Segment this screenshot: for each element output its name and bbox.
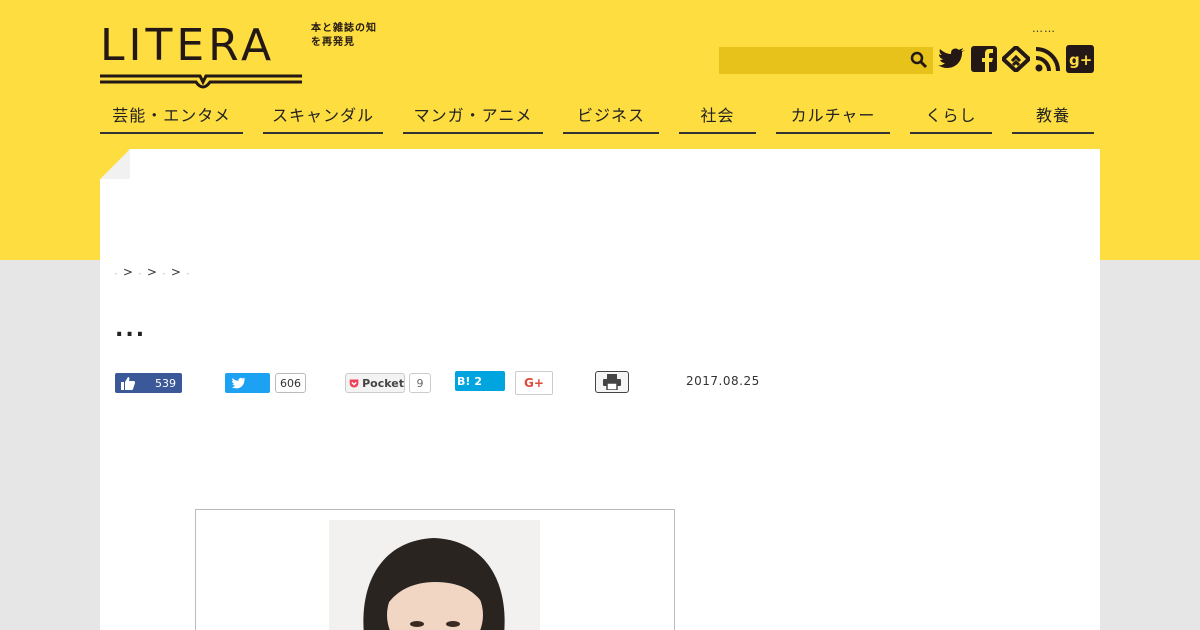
google-plus-button[interactable]: G+ — [515, 371, 553, 395]
top-links[interactable]: …… — [1032, 22, 1056, 35]
nav-item-scandal[interactable]: スキャンダル — [263, 96, 383, 134]
social-links: g+ — [938, 44, 1094, 74]
thumbs-up-icon — [121, 376, 135, 390]
print-button[interactable] — [595, 371, 629, 393]
search-input[interactable] — [719, 47, 905, 74]
facebook-like-button[interactable]: 539 — [115, 373, 182, 393]
nav-item-lifestyle[interactable]: くらし — [910, 96, 992, 134]
pocket-icon — [349, 379, 359, 387]
tweet-button[interactable] — [225, 373, 270, 393]
nav-item-entertainment[interactable]: 芸能・エンタメ — [100, 96, 243, 134]
breadcrumb-link[interactable]: , — [187, 269, 189, 276]
article-photo-frame — [195, 509, 675, 630]
breadcrumb-separator: > — [146, 265, 157, 279]
pocket-button[interactable]: Pocket — [345, 373, 405, 393]
search-icon — [910, 51, 928, 69]
folded-corner — [100, 149, 130, 179]
article-photo — [329, 520, 540, 630]
article-card: , > , > , > , ... 539 606 Pocket 9 B! 2 … — [100, 149, 1100, 630]
breadcrumb-link[interactable]: , — [115, 269, 117, 276]
article-title: ... — [115, 317, 147, 342]
pocket-count: 9 — [409, 373, 431, 393]
search-button[interactable] — [909, 51, 929, 71]
search-box — [719, 47, 933, 74]
breadcrumb-link[interactable]: , — [163, 269, 165, 276]
nav-item-education[interactable]: 教養 — [1012, 96, 1094, 134]
printer-icon — [603, 374, 621, 390]
breadcrumb-link[interactable]: , — [139, 269, 141, 276]
facebook-icon[interactable] — [970, 44, 998, 74]
breadcrumb-separator: > — [122, 265, 133, 279]
hatena-count: 2 — [474, 374, 483, 388]
nav-item-manga-anime[interactable]: マンガ・アニメ — [403, 96, 543, 134]
site-header: LITERA 本と雑誌の知を再発見 …… g+ 芸能・エンタメ スキャンダル マ… — [100, 0, 1100, 140]
twitter-icon[interactable] — [938, 44, 966, 74]
hatena-bookmark-button[interactable]: B! 2 — [455, 371, 505, 391]
nav-item-society[interactable]: 社会 — [679, 96, 756, 134]
book-icon — [100, 74, 302, 89]
google-plus-icon[interactable]: g+ — [1066, 44, 1094, 74]
breadcrumb: , > , > , > , — [115, 265, 189, 279]
portrait-illustration — [329, 520, 540, 630]
logo-tagline: 本と雑誌の知を再発見 — [311, 23, 377, 48]
tweet-count: 606 — [275, 373, 306, 393]
feedly-icon[interactable] — [1002, 44, 1030, 74]
hatena-label: B! — [457, 374, 471, 388]
logo-wordmark: LITERA — [100, 20, 276, 71]
svg-text:g+: g+ — [1069, 51, 1092, 69]
nav-item-business[interactable]: ビジネス — [563, 96, 659, 134]
rss-icon[interactable] — [1034, 44, 1062, 74]
main-navigation: 芸能・エンタメ スキャンダル マンガ・アニメ ビジネス 社会 カルチャー くらし… — [100, 96, 1100, 134]
pocket-label: Pocket — [362, 376, 404, 390]
article-date: 2017.08.25 — [686, 374, 760, 388]
site-logo[interactable]: LITERA 本と雑誌の知を再発見 — [100, 12, 376, 89]
facebook-like-count: 539 — [155, 376, 176, 390]
share-bar: 539 606 Pocket 9 B! 2 G+ 2017.08.25 — [115, 371, 815, 395]
twitter-bird-icon — [231, 377, 247, 388]
breadcrumb-separator: > — [170, 265, 181, 279]
nav-item-culture[interactable]: カルチャー — [776, 96, 890, 134]
